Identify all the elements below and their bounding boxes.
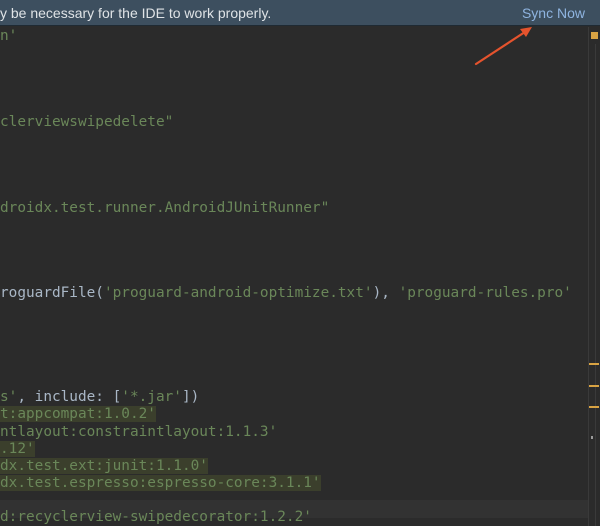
code-line: d:recyclerview-swipedecorator:1.2.2' [0, 509, 312, 525]
code-line: clerviewswipedelete" [0, 114, 174, 130]
code-line: ntlayout:constraintlayout:1.1.3' [0, 424, 278, 440]
code-line: dx.test.ext:junit:1.1.0' [0, 458, 208, 474]
info-marker[interactable] [591, 436, 593, 439]
warning-status-icon[interactable] [591, 32, 598, 39]
code-editor[interactable]: n' clerviewswipedelete" droidx.test.runn… [0, 27, 588, 526]
warning-marker[interactable] [589, 406, 599, 408]
code-line: dx.test.espresso:espresso-core:3.1.1' [0, 475, 321, 491]
notification-message: y be necessary for the IDE to work prope… [0, 5, 272, 21]
code-line: droidx.test.runner.AndroidJUnitRunner" [0, 200, 330, 216]
code-line: n' [0, 28, 18, 44]
code-line: .12' [0, 441, 35, 457]
warning-marker[interactable] [589, 363, 599, 365]
code-line: t:appcompat:1.0.2' [0, 406, 156, 422]
code-line: s', include: ['*.jar']) [0, 389, 200, 405]
code-line: roguardFile('proguard-android-optimize.t… [0, 285, 572, 301]
sync-now-link[interactable]: Sync Now [522, 5, 585, 21]
warning-marker[interactable] [589, 385, 599, 387]
scrollbar-track [595, 44, 596, 526]
editor-scrollbar[interactable] [588, 27, 600, 526]
